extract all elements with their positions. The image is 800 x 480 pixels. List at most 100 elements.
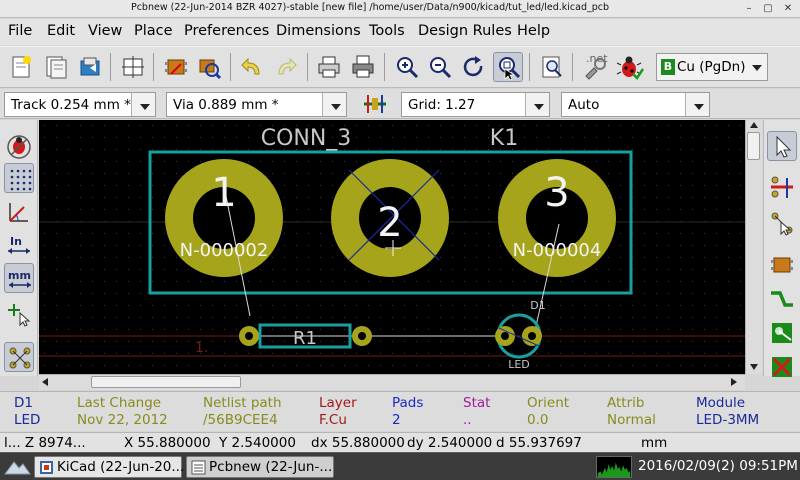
- redo-icon[interactable]: [271, 52, 301, 82]
- auto-track-width-icon[interactable]: [360, 89, 390, 119]
- polar-coords-icon[interactable]: [4, 197, 34, 227]
- menu-view[interactable]: View: [88, 23, 122, 39]
- zoom-value: Auto: [568, 97, 600, 113]
- scroll-up-icon[interactable]: [750, 122, 758, 128]
- msg-label: Attrib: [607, 395, 645, 411]
- add-zone-icon[interactable]: [767, 318, 797, 348]
- msg-label: D1: [14, 395, 33, 411]
- cursor-shape-icon[interactable]: [4, 299, 34, 329]
- msg-label: Orient: [527, 395, 570, 411]
- grid-value: Grid: 1.27: [408, 97, 476, 113]
- netlist-icon[interactable]: .net: [580, 52, 610, 82]
- track-dropdown-button[interactable]: [131, 93, 155, 116]
- zoom-select[interactable]: Auto: [561, 92, 710, 117]
- layer-select[interactable]: B Cu (PgDn): [656, 53, 768, 81]
- drc-off-icon[interactable]: [4, 131, 34, 161]
- menu-file[interactable]: File: [8, 23, 32, 39]
- status-x: X 55.880000: [124, 435, 211, 451]
- local-ratsnest-icon[interactable]: [767, 208, 797, 238]
- chevron-down-icon: [140, 104, 150, 110]
- menu-tools[interactable]: Tools: [369, 23, 405, 39]
- clock: 2016/02/09(2) 09:51PM: [638, 458, 798, 474]
- horizontal-scrollbar[interactable]: [39, 374, 745, 390]
- menu-preferences[interactable]: Preferences: [184, 23, 269, 39]
- menu-edit[interactable]: Edit: [47, 23, 75, 39]
- grid-dropdown-button[interactable]: [525, 93, 549, 116]
- via-dropdown-button[interactable]: [322, 93, 346, 116]
- mm-units-icon[interactable]: mm: [4, 263, 34, 293]
- status-bar: l... Z 8974... X 55.880000 Y 2.540000 dx…: [0, 432, 800, 452]
- status-zoom: l... Z 8974...: [4, 435, 86, 451]
- msg-value: Normal: [607, 412, 656, 428]
- resistor-ref-label: R1: [293, 328, 317, 349]
- layer-select-value: Cu (PgDn): [677, 59, 746, 75]
- undo-icon[interactable]: [237, 52, 267, 82]
- zoom-fit-icon[interactable]: [493, 52, 523, 82]
- plot-icon[interactable]: [348, 52, 378, 82]
- module-viewer-icon[interactable]: [194, 52, 224, 82]
- add-module-icon[interactable]: [767, 250, 797, 280]
- menu-place[interactable]: Place: [134, 23, 173, 39]
- zoom-in-icon[interactable]: [392, 52, 422, 82]
- save-board-icon[interactable]: [75, 52, 105, 82]
- page-settings-icon[interactable]: [118, 52, 148, 82]
- msg-item-orient: Orient 0.0: [527, 395, 569, 429]
- via-size-select[interactable]: Via 0.889 mm *: [166, 92, 347, 117]
- zoom-dropdown-button[interactable]: [685, 93, 709, 116]
- grid-select[interactable]: Grid: 1.27: [401, 92, 550, 117]
- new-board-icon[interactable]: [6, 52, 36, 82]
- track-width-value: Track 0.254 mm *: [11, 97, 131, 113]
- pad-3-number: 3: [544, 170, 569, 216]
- redraw-icon[interactable]: [459, 52, 489, 82]
- delete-icon[interactable]: [767, 352, 797, 382]
- inch-units-icon[interactable]: In: [4, 230, 34, 260]
- ratsnest-icon[interactable]: [4, 342, 34, 372]
- scroll-down-icon[interactable]: [750, 364, 758, 370]
- module-editor-icon[interactable]: [161, 52, 191, 82]
- msg-value: 0.0: [527, 412, 549, 428]
- vertical-scroll-thumb[interactable]: [747, 132, 760, 160]
- chevron-down-icon: [534, 104, 544, 110]
- window-title: Pcbnew (22-Jun-2014 BZR 4027)-stable [ne…: [130, 2, 610, 13]
- highlight-net-icon[interactable]: [767, 172, 797, 202]
- select-arrow-icon[interactable]: [767, 131, 797, 161]
- minimize-icon[interactable]: –: [741, 2, 757, 16]
- print-icon[interactable]: [314, 52, 344, 82]
- task-pcbnew[interactable]: Pcbnew (22-Jun-...: [186, 456, 334, 478]
- msg-label: Pads: [392, 395, 424, 411]
- drc-icon[interactable]: [614, 52, 644, 82]
- horizontal-scroll-thumb[interactable]: [91, 376, 241, 388]
- msg-label: Netlist path: [203, 395, 282, 411]
- route-track-icon[interactable]: [767, 284, 797, 314]
- track-width-select[interactable]: Track 0.254 mm *: [4, 92, 156, 117]
- menu-help[interactable]: Help: [517, 23, 550, 39]
- pcb-canvas[interactable]: CONN_3 K1 1 N-000002 2 3 N-000004 R1 D1 …: [39, 120, 745, 374]
- start-menu-icon[interactable]: [2, 456, 32, 478]
- status-dx: dx 55.880000: [311, 435, 405, 451]
- close-icon[interactable]: ✕: [780, 2, 796, 16]
- msg-item-attrib: Attrib Normal: [607, 395, 656, 429]
- task-kicad[interactable]: KiCad (22-Jun-20...: [34, 456, 184, 478]
- maximize-icon[interactable]: ▢: [760, 2, 776, 16]
- open-board-icon[interactable]: [41, 52, 71, 82]
- pcbnew-window: Pcbnew (22-Jun-2014 BZR 4027)-stable [ne…: [0, 0, 800, 480]
- msg-label: Layer: [319, 395, 357, 411]
- find-icon[interactable]: [537, 52, 567, 82]
- scroll-left-icon[interactable]: [42, 378, 48, 386]
- chevron-down-icon: [752, 65, 762, 71]
- msg-item-layer: Layer F.Cu: [319, 395, 357, 429]
- message-panel: D1 LED Last Change Nov 22, 2012 Netlist …: [0, 391, 800, 431]
- menu-dimensions[interactable]: Dimensions: [276, 23, 361, 39]
- options-bar: Track 0.254 mm * Via 0.889 mm * Grid: 1.…: [0, 89, 800, 119]
- zoom-out-icon[interactable]: [425, 52, 455, 82]
- msg-item-stat: Stat ..: [463, 395, 490, 429]
- scroll-right-icon[interactable]: [731, 378, 737, 386]
- menu-bar: File Edit View Place Preferences Dimensi…: [0, 19, 800, 45]
- msg-item-pads: Pads 2: [392, 395, 423, 429]
- msg-value: LED-3MM: [696, 412, 760, 428]
- vertical-scrollbar[interactable]: [745, 120, 762, 374]
- menu-design-rules[interactable]: Design Rules: [418, 23, 512, 39]
- grid-show-icon[interactable]: [4, 163, 34, 193]
- layer-color-swatch: B: [661, 59, 675, 75]
- msg-value: 2: [392, 412, 401, 428]
